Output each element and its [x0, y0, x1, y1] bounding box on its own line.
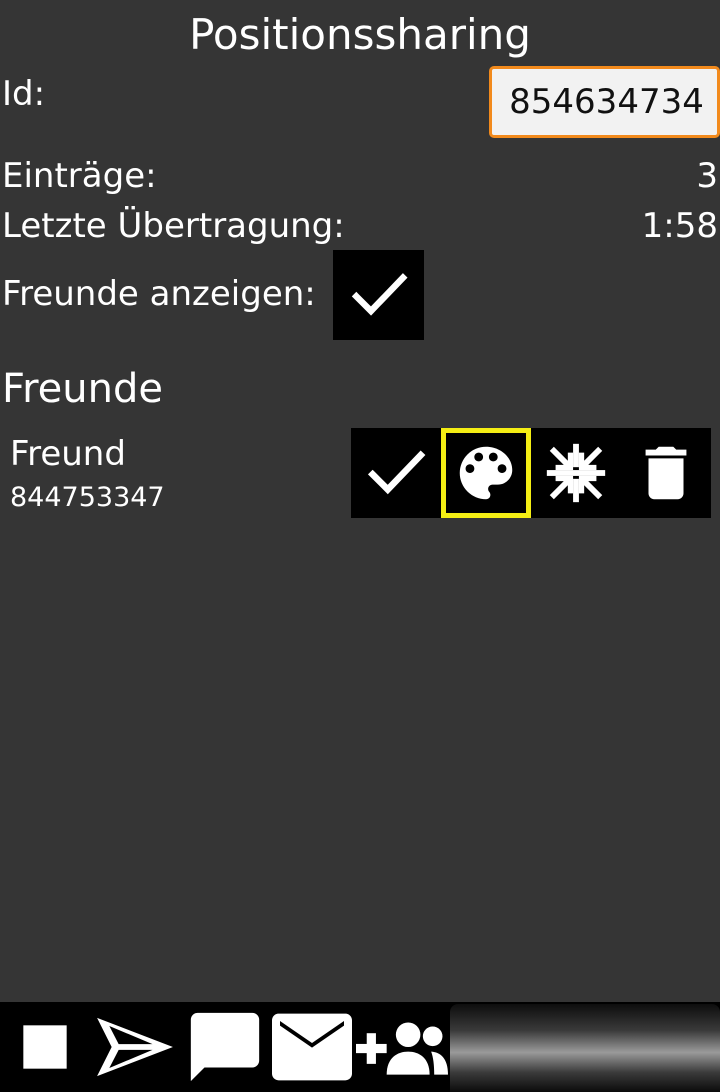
add-group-icon [356, 1022, 448, 1075]
friend-actions [351, 428, 711, 518]
friend-color-button[interactable] [441, 428, 531, 518]
entries-value: 3 [696, 156, 718, 196]
friend-name: Freund [10, 434, 126, 474]
friend-center-button[interactable] [531, 428, 621, 518]
check-icon [367, 450, 426, 495]
last-transfer-label: Letzte Übertragung: [2, 206, 345, 246]
palette-icon [459, 446, 513, 500]
friend-id: 844753347 [10, 482, 165, 513]
toolbar-status-area [450, 1004, 720, 1092]
stop-icon [23, 1025, 67, 1069]
check-icon [351, 273, 408, 316]
stop-button[interactable] [0, 1002, 90, 1092]
show-friends-checkbox[interactable] [333, 250, 424, 340]
friends-section-title: Freunde [2, 366, 163, 412]
mail-button[interactable] [270, 1002, 354, 1092]
mail-icon [272, 1013, 352, 1081]
collapse-arrows-icon [546, 443, 606, 503]
friend-delete-button[interactable] [621, 428, 711, 518]
trash-icon [645, 446, 687, 500]
id-field[interactable]: 854634734 [489, 66, 720, 138]
send-button[interactable] [90, 1002, 180, 1092]
page-title: Positionssharing [189, 10, 531, 59]
entries-label: Einträge: [2, 156, 157, 196]
show-friends-label: Freunde anzeigen: [2, 274, 316, 314]
chat-button[interactable] [180, 1002, 270, 1092]
send-icon [97, 1017, 173, 1077]
add-group-button[interactable] [354, 1002, 450, 1092]
id-label: Id: [2, 74, 46, 114]
friend-visible-toggle[interactable] [351, 428, 441, 518]
chat-icon [190, 1012, 260, 1082]
last-transfer-value: 1:58 [641, 206, 718, 246]
